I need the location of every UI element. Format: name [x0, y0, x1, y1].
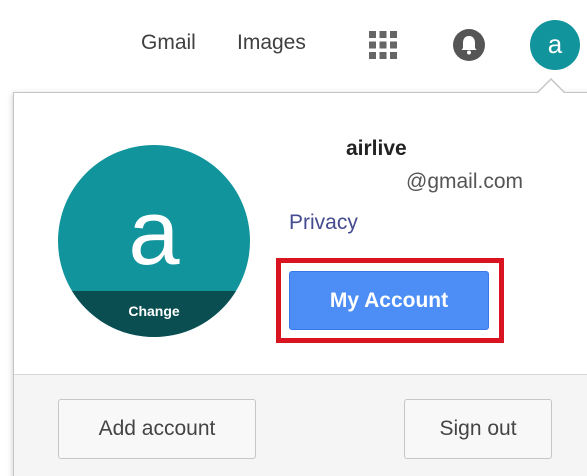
google-account-screen: Gmail Images a a Change airlive @gmail.c… — [0, 0, 587, 476]
notifications-bell-icon[interactable] — [452, 28, 486, 62]
apps-grid-icon[interactable] — [366, 28, 400, 62]
user-name: airlive — [346, 137, 407, 160]
account-avatar-button[interactable]: a — [530, 20, 580, 70]
account-popup-footer: Add account Sign out — [14, 374, 587, 476]
images-link[interactable]: Images — [237, 30, 306, 56]
sign-out-button[interactable]: Sign out — [404, 399, 552, 459]
profile-avatar-letter: a — [128, 182, 180, 284]
add-account-button[interactable]: Add account — [58, 399, 256, 459]
privacy-link[interactable]: Privacy — [289, 211, 358, 235]
profile-avatar[interactable]: a Change — [58, 145, 250, 337]
user-email: @gmail.com — [406, 170, 524, 193]
gmail-link[interactable]: Gmail — [141, 30, 196, 56]
my-account-button[interactable]: My Account — [289, 271, 489, 330]
popup-arrow — [537, 80, 565, 94]
change-photo-label[interactable]: Change — [58, 291, 250, 337]
top-bar: Gmail Images a — [0, 0, 587, 92]
account-popup: a Change airlive @gmail.com Privacy My A… — [13, 92, 587, 476]
